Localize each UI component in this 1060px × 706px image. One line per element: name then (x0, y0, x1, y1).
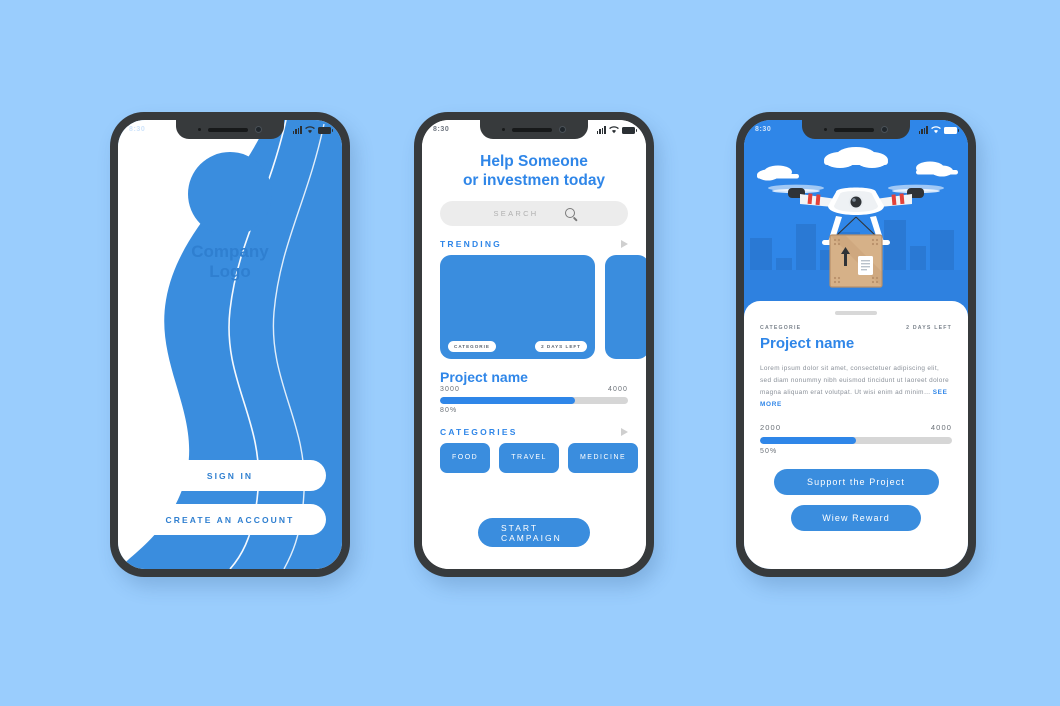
detail-project-name: Project name (760, 335, 855, 352)
signal-icon (918, 126, 928, 134)
speaker-icon (834, 127, 875, 132)
phone-notch (176, 120, 284, 139)
home-content: Help Someone or investmen today SEARCH T… (422, 120, 646, 569)
logo-line-2: Logo (209, 261, 251, 281)
project-name: Project name (440, 368, 528, 385)
phone-mockup-home: Help Someone or investmen today SEARCH T… (414, 112, 654, 577)
chevron-right-icon-categories[interactable] (621, 427, 628, 436)
progress-percent: 80% (440, 406, 458, 414)
trending-header: TRENDING (440, 239, 628, 249)
logo-line-1: Company (191, 242, 269, 261)
sensor-icon (823, 127, 828, 132)
title-line-2: or investmen today (462, 172, 606, 190)
status-time: 8:30 (129, 126, 146, 133)
sheet-drag-handle[interactable] (835, 311, 877, 315)
phone-mockup-detail: CATEGORIE 2 DAYS LEFT Project name Lorem… (736, 112, 976, 577)
detail-amount-row: 2000 4000 (760, 423, 952, 432)
phone-notch (802, 120, 910, 139)
trending-card[interactable]: CATEGORIE 2 DAYS LEFT (440, 254, 595, 359)
support-project-button[interactable]: Support the Project (773, 469, 939, 496)
screen-home: Help Someone or investmen today SEARCH T… (422, 120, 646, 569)
detail-amount-goal: 4000 (930, 423, 952, 433)
company-logo-circle (188, 152, 272, 236)
signal-icon (292, 126, 302, 134)
progress-bar-fill (440, 396, 576, 404)
search-icon[interactable] (564, 208, 575, 219)
phone-mockup-onboarding: Company Logo SIGN IN CREATE AN ACCOUNT 8… (110, 112, 350, 577)
amount-row: 3000 4000 (440, 386, 628, 393)
start-campaign-button[interactable]: START CAMPAIGN (478, 518, 590, 547)
company-logo-text: Company Logo (118, 242, 342, 281)
detail-progress-bar (760, 437, 952, 445)
camera-icon (255, 126, 263, 133)
status-time: 8:30 (755, 126, 772, 133)
card-days-left-tag: 2 DAYS LEFT (535, 340, 587, 352)
search-placeholder: SEARCH (493, 208, 539, 218)
onboarding-actions: SIGN IN CREATE AN ACCOUNT (134, 460, 326, 535)
search-input[interactable]: SEARCH (440, 200, 628, 226)
title-line-1: Help Someone (480, 153, 588, 170)
detail-description: Lorem ipsum dolor sit amet, consectetuer… (760, 363, 952, 410)
status-icons (918, 125, 960, 134)
categories-label: CATEGORIES (440, 426, 518, 437)
card-category-tag: CATEGORIE (448, 340, 496, 352)
detail-category: CATEGORIE (760, 325, 802, 331)
categories-header: CATEGORIES (440, 427, 628, 437)
detail-progress-percent: 50% (760, 448, 778, 456)
chip-food[interactable]: FOOD (440, 442, 491, 473)
detail-days-left: 2 DAYS LEFT (906, 325, 952, 331)
wifi-icon (609, 125, 619, 133)
description-text: Lorem ipsum dolor sit amet, consectetuer… (760, 365, 950, 396)
sign-in-button[interactable]: SIGN IN (134, 460, 326, 491)
amount-goal: 4000 (608, 385, 628, 393)
camera-icon (881, 126, 889, 133)
phone-notch (480, 120, 588, 139)
wifi-icon (931, 125, 941, 133)
speaker-icon (512, 127, 553, 132)
battery-icon (944, 127, 960, 134)
wifi-icon (305, 125, 315, 133)
detail-meta-row: CATEGORIE 2 DAYS LEFT (760, 325, 952, 331)
category-chips[interactable]: FOOD TRAVEL MEDICINE (422, 442, 646, 473)
progress-bar (440, 396, 628, 404)
page-title: Help Someone or investmen today (436, 152, 632, 191)
chip-travel[interactable]: TRAVEL (499, 442, 559, 473)
status-time: 8:30 (433, 126, 450, 133)
project-detail-sheet: CATEGORIE 2 DAYS LEFT Project name Lorem… (744, 301, 968, 569)
amount-current: 3000 (440, 385, 460, 393)
camera-icon (559, 126, 567, 133)
create-account-button[interactable]: CREATE AN ACCOUNT (134, 504, 326, 535)
trending-carousel[interactable]: CATEGORIE 2 DAYS LEFT (422, 254, 646, 359)
screen-detail: CATEGORIE 2 DAYS LEFT Project name Lorem… (744, 120, 968, 569)
battery-icon (622, 127, 638, 134)
screen-onboarding: Company Logo SIGN IN CREATE AN ACCOUNT 8… (118, 120, 342, 569)
speaker-icon (208, 127, 249, 132)
trending-label: TRENDING (440, 238, 502, 249)
signal-icon (596, 126, 606, 134)
chevron-right-icon[interactable] (621, 239, 628, 248)
view-reward-button[interactable]: Wiew Reward (791, 505, 921, 532)
trending-card-next[interactable] (605, 254, 646, 359)
battery-icon (318, 127, 334, 134)
status-icons (292, 125, 334, 134)
detail-progress-fill (760, 437, 856, 445)
detail-amount-current: 2000 (760, 423, 782, 433)
status-icons (596, 125, 638, 134)
sensor-icon (501, 127, 506, 132)
chip-medicine[interactable]: MEDICINE (567, 442, 639, 473)
sensor-icon (197, 127, 202, 132)
